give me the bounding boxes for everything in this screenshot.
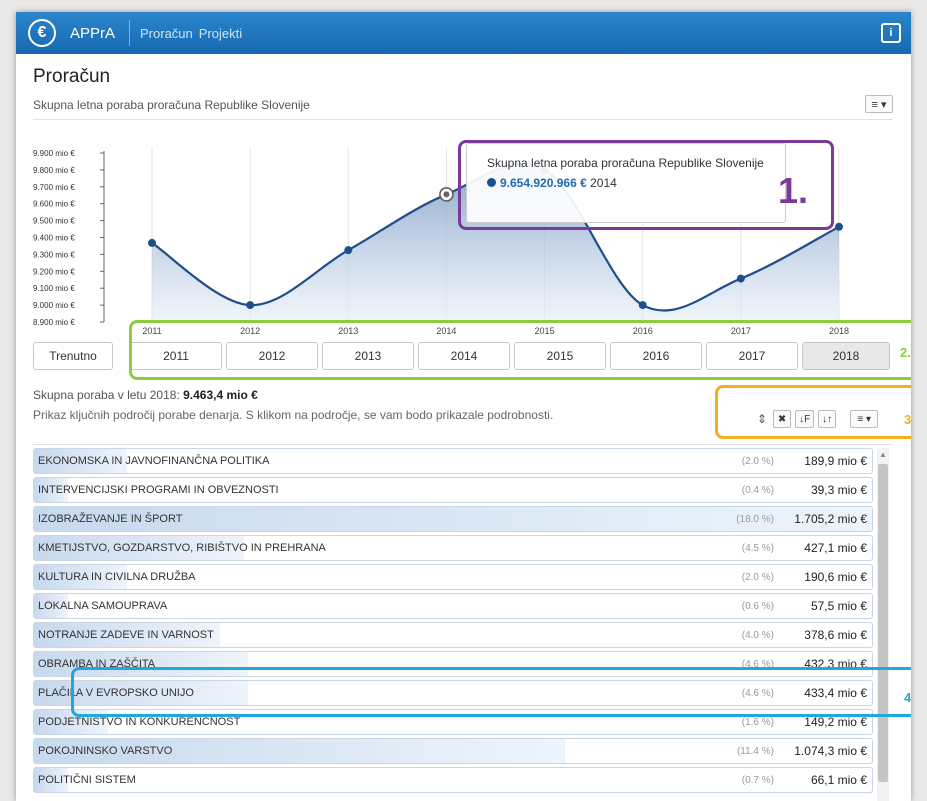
y-tick-label: 9.700 mio € [33,183,75,192]
row-percent: (18.0 %) [736,513,774,525]
data-point [638,301,647,310]
annotation-label-2: 2. [900,345,911,360]
scroll-thumb[interactable] [878,464,888,782]
y-tick-label: 8.900 mio € [33,318,75,327]
list-item[interactable]: POKOJNINSKO VARSTVO (11.4 %) 1.074,3 mio € [33,738,873,764]
navbar: € APPrA Proračun Projekti i [16,12,911,54]
row-value: 1.705,2 mio € [794,512,867,526]
y-tick-label: 9.300 mio € [33,250,75,259]
row-percent: (0.6 %) [741,600,774,612]
row-percent: (1.6 %) [741,716,774,728]
list-item[interactable]: KULTURA IN CIVILNA DRUŽBA (2.0 %) 190,6 mi… [33,564,873,590]
list-item[interactable]: INTERVENCIJSKI PROGRAMI IN OBVEZNOSTI (0.… [33,477,873,503]
data-point [148,238,156,247]
total-label: Skupna poraba v letu 2018: [33,388,180,402]
y-tick-label: 9.800 mio € [33,166,75,175]
list-item[interactable]: KMETIJSTVO, GOZDARSTVO, RIBIŠTVO IN PREH… [33,535,873,561]
list-item[interactable]: POLITIČNI SISTEM (0.7 %) 66,1 mio € [33,767,873,793]
row-value: 66,1 mio € [810,773,867,787]
y-tick-label: 9.400 mio € [33,234,75,243]
scroll-up-icon[interactable]: ▲ [878,450,888,459]
row-percent: (4.5 %) [741,542,774,554]
page-subtitle: Skupna letna poraba proračuna Republike … [33,98,310,112]
category-list: EKONOMSKA IN JAVNOFINANČNA POLITIKA (2.0 … [33,448,873,796]
row-percent: (11.4 %) [736,745,774,757]
row-value: 378,6 mio € [804,628,867,642]
divider [33,444,893,445]
list-item[interactable]: IZOBRAŽEVANJE IN ŠPORT (18.0 %) 1.705,2 mi… [33,506,873,532]
list-item[interactable]: NOTRANJE ZADEVE IN VARNOST (4.0 %) 378,6 m… [33,622,873,648]
app-name[interactable]: APPrA [70,25,115,42]
nav-link-proracun[interactable]: Proračun [140,26,193,41]
row-value: 149,2 mio € [804,715,867,729]
app-window: € APPrA Proračun Projekti i Proračun Sku… [16,12,911,801]
row-percent: (2.0 %) [741,455,774,467]
euro-logo-icon[interactable]: € [28,19,56,47]
chart-menu-button[interactable]: ≡ ▾ [865,95,893,113]
list-scrollbar[interactable]: ▲ [877,448,889,801]
annotation-label-4: 4. [904,690,911,705]
data-point [246,301,255,310]
total-value: 9.463,4 mio € [183,388,258,402]
divider [33,119,893,120]
nav-separator [129,20,131,46]
data-point [443,191,450,198]
list-description: Prikaz ključnih področij porabe denarja.… [33,408,554,422]
y-tick-label: 9.100 mio € [33,284,75,293]
data-point [736,274,745,283]
year-button-trenutno[interactable]: Trenutno [33,342,113,370]
page-title: Proračun [33,66,111,87]
row-value: 57,5 mio € [810,599,867,613]
annotation-box-4 [71,667,911,717]
row-percent: (0.7 %) [741,774,774,786]
list-item[interactable]: LOKALNA SAMOUPRAVA (0.6 %) 57,5 mio € [33,593,873,619]
row-value: 189,9 mio € [804,454,867,468]
row-value: 39,3 mio € [810,483,867,497]
annotation-box-3 [715,385,911,439]
annotation-label-3: 3. [904,412,911,427]
row-value: 427,1 mio € [804,541,867,555]
row-value: 1.074,3 mio € [794,744,867,758]
total-spending: Skupna poraba v letu 2018: 9.463,4 mio € [33,388,258,402]
row-percent: (0.4 %) [741,484,774,496]
y-tick-label: 9.900 mio € [33,149,75,158]
y-tick-label: 9.500 mio € [33,217,75,226]
info-icon[interactable]: i [881,23,901,43]
row-percent: (4.0 %) [741,629,774,641]
data-point [835,222,843,231]
data-point [344,246,353,255]
y-tick-label: 9.000 mio € [33,301,75,310]
annotation-box-2 [129,320,911,380]
list-item[interactable]: EKONOMSKA IN JAVNOFINANČNA POLITIKA (2.0 … [33,448,873,474]
nav-link-projekti[interactable]: Projekti [199,26,242,41]
row-value: 190,6 mio € [804,570,867,584]
row-percent: (2.0 %) [741,571,774,583]
y-tick-label: 9.600 mio € [33,200,75,209]
annotation-label-1: 1. [778,170,809,211]
y-tick-label: 9.200 mio € [33,267,75,276]
